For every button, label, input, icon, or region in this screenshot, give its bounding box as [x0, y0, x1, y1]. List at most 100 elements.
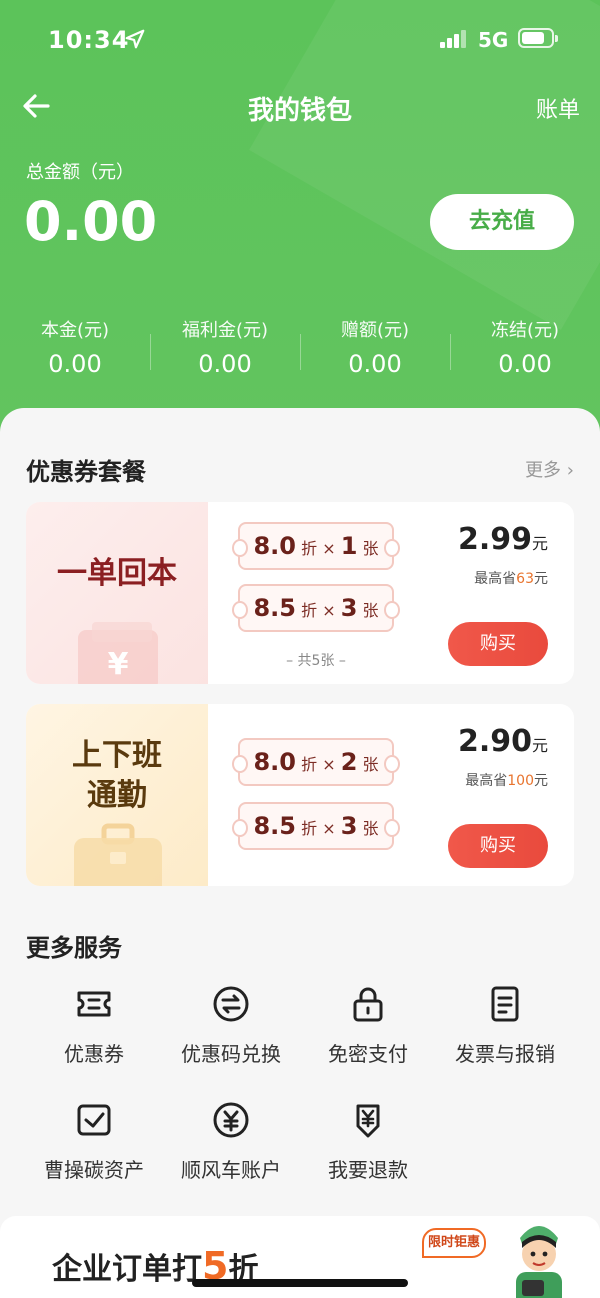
status-time: 10:34 [48, 26, 130, 54]
recharge-button[interactable]: 去充值 [430, 194, 574, 250]
stat-label: 本金(元) [40, 320, 110, 341]
ticket-discount: 8.5 [253, 812, 296, 840]
save-amount: 100 [507, 773, 534, 789]
service-password-free[interactable]: 免密支付 [298, 984, 438, 1067]
stat-principal: 本金(元) 0.00 [0, 312, 150, 392]
ticket-times: × [322, 819, 336, 838]
yuan-circle-icon [213, 1102, 249, 1138]
package-name: 上下班 通勤 [26, 736, 208, 816]
ticket-count-unit: 张 [362, 755, 379, 774]
balance-breakdown: 本金(元) 0.00 福利金(元) 0.00 赠额(元) 0.00 冻结(元) … [0, 312, 600, 392]
stat-value: 0.00 [48, 350, 102, 378]
service-invoice[interactable]: 发票与报销 [435, 984, 575, 1067]
service-carpool-account[interactable]: 顺风车账户 [161, 1100, 301, 1183]
package-name-line: 通勤 [87, 778, 147, 813]
stat-value: 0.00 [348, 350, 402, 378]
promo-tag: 限时钜惠 [422, 1228, 486, 1258]
save-suffix: 元 [534, 773, 548, 789]
ticket-count: 3 [340, 594, 358, 622]
ticket-total: – 共5张 – [286, 653, 346, 669]
carbon-asset-icon [77, 1104, 111, 1136]
coupon-package-card[interactable]: 上下班 通勤 8.0 折 × 2 张 8.5 折 × 3 张 2.90元 最高省… [26, 704, 574, 886]
more-label: 更多 [525, 460, 562, 481]
coupon-ticket: 8.0 折 × 1 张 [232, 522, 400, 570]
coupon-ticket: 8.5 折 × 3 张 [232, 802, 400, 850]
yuan-ticket-icon: ¥ [78, 622, 158, 684]
buy-button[interactable]: 购买 [448, 824, 548, 868]
network-type: 5G [478, 28, 509, 52]
max-savings: 最高省100元 [465, 770, 548, 790]
ticket-times: × [322, 601, 336, 620]
bill-link[interactable]: 账单 [536, 92, 580, 124]
stat-label: 冻结(元) [490, 320, 560, 341]
package-name-line: 一单回本 [57, 556, 177, 591]
nav-bar: 我的钱包 账单 [0, 84, 600, 130]
promo-title-prefix: 企业订单打 [52, 1252, 202, 1287]
price-value: 2.99 [457, 522, 532, 557]
location-arrow-icon [125, 29, 145, 49]
home-indicator [192, 1279, 408, 1287]
ticket-discount-unit: 折 [301, 601, 318, 620]
wallet-header: 10:34 5G 我的钱包 账单 总金额（元） 0.00 去充值 本金(元) 0… [0, 0, 600, 440]
price-unit: 元 [531, 534, 548, 553]
ticket-count: 3 [340, 812, 358, 840]
package-price: 2.90元 [458, 724, 548, 759]
service-label: 顺风车账户 [181, 1158, 281, 1182]
package-banner: 上下班 通勤 [26, 704, 208, 886]
package-name-line: 上下班 [72, 738, 162, 773]
service-code-exchange[interactable]: 优惠码兑换 [161, 984, 301, 1067]
save-prefix: 最高省 [465, 773, 508, 789]
coupon-icon [77, 991, 111, 1017]
ticket-count: 1 [340, 532, 358, 560]
mascot-illustration [516, 1226, 562, 1298]
coupon-package-card[interactable]: 一单回本 ¥ 8.0 折 × 1 张 8.5 折 × 3 张 – 共5张 – 2… [26, 502, 574, 684]
coupon-ticket: 8.0 折 × 2 张 [232, 738, 400, 786]
max-savings: 最高省63元 [474, 568, 548, 588]
services-section-title: 更多服务 [26, 934, 122, 962]
coupon-section-title: 优惠券套餐 [26, 458, 146, 486]
page-title: 我的钱包 [247, 96, 352, 126]
coupon-ticket: 8.5 折 × 3 张 [232, 584, 400, 632]
ticket-discount: 8.5 [253, 594, 296, 622]
stat-label: 赠额(元) [340, 320, 410, 341]
package-banner: 一单回本 ¥ [26, 502, 208, 684]
stat-bonus: 赠额(元) 0.00 [300, 312, 450, 392]
stat-welfare: 福利金(元) 0.00 [150, 312, 300, 392]
ticket-discount-unit: 折 [301, 755, 318, 774]
ticket-times: × [322, 755, 336, 774]
service-label: 我要退款 [328, 1158, 408, 1182]
service-carbon-asset[interactable]: 曹操碳资产 [24, 1100, 164, 1183]
exchange-icon [213, 986, 249, 1022]
ticket-discount-unit: 折 [301, 819, 318, 838]
buy-button[interactable]: 购买 [448, 622, 548, 666]
service-label: 优惠码兑换 [181, 1042, 281, 1066]
ticket-times: × [322, 539, 336, 558]
ticket-discount-unit: 折 [301, 539, 318, 558]
wallet-content: 优惠券套餐 更多 › 一单回本 ¥ 8.0 折 × 1 张 8.5 折 × 3 … [0, 408, 600, 1298]
lock-icon [353, 987, 383, 1022]
price-unit: 元 [531, 736, 548, 755]
service-label: 优惠券 [64, 1042, 124, 1066]
ticket-count-unit: 张 [362, 819, 379, 838]
service-coupon[interactable]: 优惠券 [24, 984, 164, 1067]
stat-value: 0.00 [198, 350, 252, 378]
package-price: 2.99元 [458, 522, 548, 557]
ticket-discount: 8.0 [253, 748, 296, 776]
chevron-right-icon: › [566, 460, 574, 481]
save-suffix: 元 [534, 571, 548, 587]
stat-frozen: 冻结(元) 0.00 [450, 312, 600, 392]
save-amount: 63 [516, 571, 534, 587]
service-label: 曹操碳资产 [44, 1158, 144, 1182]
refund-icon [356, 1104, 380, 1138]
service-label: 发票与报销 [455, 1042, 555, 1066]
save-prefix: 最高省 [474, 571, 517, 587]
total-amount-value: 0.00 [24, 190, 158, 253]
coupon-more-link[interactable]: 更多 › [525, 456, 574, 482]
stat-value: 0.00 [498, 350, 552, 378]
svg-text:¥: ¥ [108, 647, 129, 682]
status-bar: 10:34 5G [0, 22, 600, 58]
ticket-count-unit: 张 [362, 539, 379, 558]
battery-icon [518, 28, 558, 48]
ticket-count: 2 [340, 748, 358, 776]
service-refund[interactable]: 我要退款 [298, 1100, 438, 1183]
